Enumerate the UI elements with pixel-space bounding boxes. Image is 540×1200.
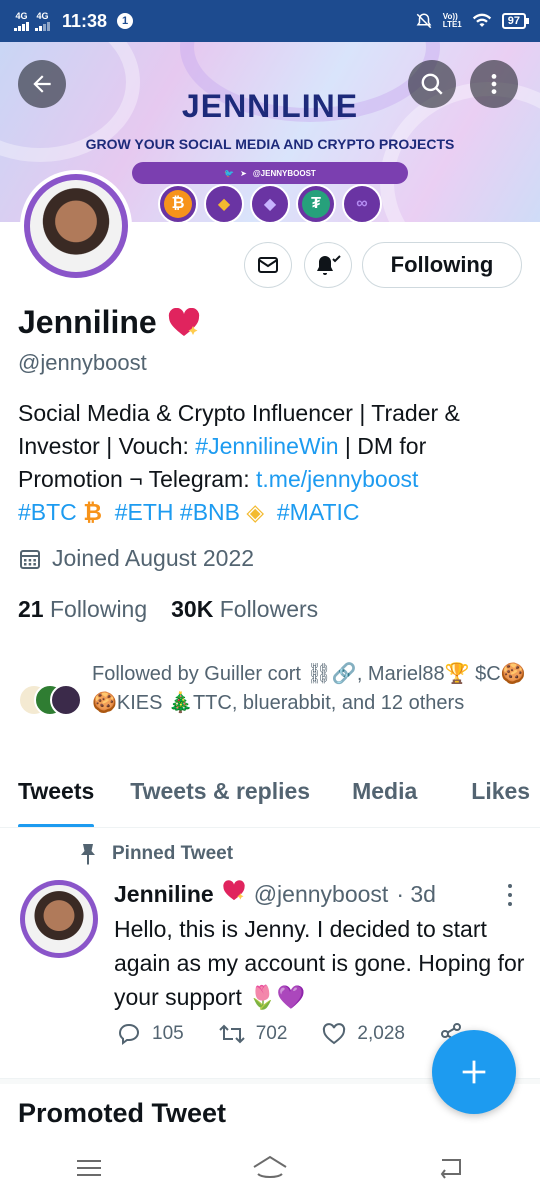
reply-button[interactable]: 105 [116, 1022, 184, 1046]
tab-media[interactable]: Media [352, 770, 417, 827]
ethereum-coin-icon: ◆ [250, 184, 290, 222]
banner-title: JENNILINE [181, 88, 359, 124]
following-count-link[interactable]: 21 Following [18, 596, 147, 623]
telegram-icon: ➤ [240, 168, 247, 178]
hashtag-eth[interactable]: #ETH [115, 499, 174, 525]
twitter-bird-icon: 🐦 [224, 168, 235, 178]
battery-indicator: 97 [501, 13, 530, 29]
pinned-label-text: Pinned Tweet [112, 843, 234, 864]
signal-indicator-2: 4G [35, 10, 50, 31]
tether-coin-icon: ₮ [296, 184, 336, 222]
tweet-author-handle: @jennyboost [253, 880, 389, 907]
banner-coin-row: ₿ ◆ ◆ ₮ ∞ [158, 184, 382, 222]
followers-count: 30K [171, 596, 214, 622]
banner-social-pill: 🐦 ➤ @JENNYBOOST [132, 162, 408, 184]
follow-counts: 21 Following 30K Followers [18, 596, 318, 623]
telegram-link[interactable]: t.me/jennyboost [256, 466, 418, 492]
home-icon [253, 1155, 287, 1178]
signal-indicator-1: 4G [14, 10, 29, 31]
tab-tweets[interactable]: Tweets [18, 770, 95, 827]
reply-count: 105 [152, 1023, 184, 1044]
tab-tweets-replies[interactable]: Tweets & replies [130, 770, 310, 827]
status-bar: 4G 4G 11:38 1 Vo)) LTE1 97 [0, 0, 540, 42]
home-button[interactable] [252, 1154, 288, 1187]
sparkling-heart-icon [222, 880, 246, 908]
profile-name: Jenniline [18, 304, 157, 340]
tweet-author-name[interactable]: Jenniline [114, 881, 214, 908]
tab-likes[interactable]: Likes [471, 770, 530, 827]
hashtag-jenniline-win[interactable]: #JennilineWin [195, 433, 338, 459]
following-button[interactable]: Following [362, 242, 522, 288]
recent-apps-button[interactable] [74, 1156, 104, 1185]
back-button[interactable] [18, 60, 66, 108]
plus-icon [462, 1060, 486, 1084]
follower-avatar [50, 684, 82, 716]
arrow-left-icon [33, 75, 51, 93]
hashtag-matic[interactable]: #MATIC [277, 499, 360, 525]
banner-social-handle: @JENNYBOOST [252, 168, 316, 178]
pin-icon [81, 844, 95, 865]
menu-lines-icon [77, 1159, 101, 1176]
profile-name-row: Jenniline [18, 304, 201, 341]
calendar-icon [20, 549, 40, 569]
hashtag-btc[interactable]: #BTC [18, 499, 77, 525]
tweet-actions: 105 702 2,028 [116, 1022, 463, 1046]
search-icon [421, 73, 443, 95]
tweet-text: Hello, this is Jenny. I decided to start… [114, 916, 525, 1010]
tweet-author-avatar[interactable] [20, 880, 98, 958]
more-options-button[interactable] [470, 60, 518, 108]
following-count: 21 [18, 596, 44, 622]
like-button[interactable]: 2,028 [321, 1022, 405, 1046]
joined-date: Joined August 2022 [18, 545, 254, 572]
message-button[interactable] [244, 242, 292, 288]
bitcoin-emoji-icon: ₿ [83, 499, 102, 525]
pinned-tweet-label: Pinned Tweet [78, 843, 233, 865]
notification-count-badge: 1 [117, 13, 134, 29]
compose-tweet-button[interactable] [432, 1030, 516, 1114]
promoted-tweet-heading: Promoted Tweet [18, 1098, 227, 1128]
hashtag-bnb[interactable]: #BNB [180, 499, 240, 525]
following-label: Following [49, 596, 148, 622]
retweet-icon [218, 1024, 245, 1044]
search-button[interactable] [408, 60, 456, 108]
joined-text: Joined August 2022 [52, 545, 255, 571]
tweet-header: Jenniline @jennyboost · 3d [114, 880, 436, 908]
retweet-button[interactable]: 702 [218, 1022, 288, 1046]
sparkling-heart-icon [167, 307, 201, 338]
mute-bell-icon [416, 13, 432, 29]
polygon-coin-icon: ∞ [342, 184, 382, 222]
more-vertical-icon [491, 74, 497, 94]
like-count: 2,028 [357, 1023, 405, 1044]
system-nav-bar [0, 1140, 540, 1200]
follower-avatars [18, 680, 88, 720]
profile-bio: Social Media & Crypto Influencer | Trade… [18, 397, 528, 529]
notifications-button[interactable] [304, 242, 352, 288]
tweet-timestamp: · 3d [396, 880, 436, 907]
wifi-icon [472, 13, 491, 27]
clock: 11:38 [62, 10, 108, 31]
followed-by-section[interactable]: Followed by Guiller cort ⛓🔗, Mariel88🏆 $… [18, 660, 528, 720]
bell-check-icon [317, 255, 341, 275]
signal-label-2: 4G [36, 10, 49, 21]
bnb-coin-icon: ◆ [204, 184, 244, 222]
heart-outline-icon [323, 1023, 346, 1045]
profile-tabs: Tweets Tweets & replies Media Likes [0, 770, 540, 828]
back-nav-button[interactable] [436, 1155, 466, 1186]
followers-label: Followers [219, 596, 319, 622]
bitcoin-coin-icon: ₿ [158, 184, 198, 222]
bnb-emoji-icon: ◈ [246, 499, 265, 525]
profile-avatar[interactable] [20, 170, 132, 282]
envelope-icon [258, 257, 278, 273]
reply-icon [118, 1023, 140, 1045]
profile-handle: @jennyboost [18, 350, 147, 375]
volte-indicator: Vo)) LTE1 [442, 12, 462, 29]
retweet-count: 702 [255, 1023, 288, 1044]
followed-by-text: Followed by Guiller cort ⛓🔗, Mariel88🏆 $… [92, 663, 526, 714]
back-arrow-icon [440, 1158, 461, 1179]
tweet-more-icon[interactable] [504, 884, 516, 906]
followers-count-link[interactable]: 30K Followers [171, 596, 318, 623]
signal-label-1: 4G [15, 10, 28, 21]
banner-subtitle: GROW YOUR SOCIAL MEDIA AND CRYPTO PROJEC… [85, 136, 455, 152]
